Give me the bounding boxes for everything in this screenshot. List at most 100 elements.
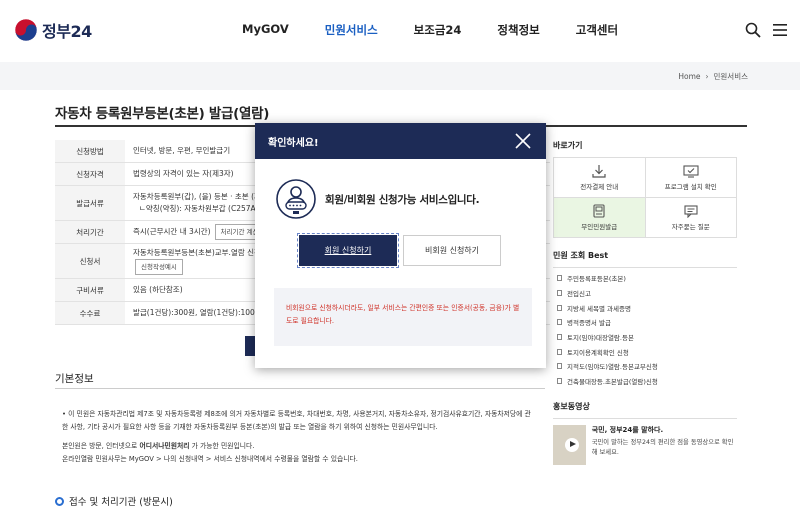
list-item-label: 전입신고 [567, 290, 591, 299]
form-example-button[interactable]: 신청작성예시 [135, 259, 183, 275]
best-services-list: 주민등록표등본(초본) 전입신고 지방세 세목별 과세증명 병적증명서 발급 토… [553, 267, 737, 389]
nav-mygov[interactable]: MyGOV [242, 22, 289, 38]
quick-link-label: 자주묻는 질문 [671, 222, 710, 231]
nav-customer-center[interactable]: 고객센터 [576, 22, 618, 38]
row-header: 신청방법 [55, 140, 125, 162]
non-member-apply-button[interactable]: 비회원 신청하기 [403, 235, 501, 266]
basic-info-description: • 이 민원은 자동차관리법 제7조 및 자동차등록령 제8조에 의거 자동차별… [62, 408, 532, 466]
nav-civil-service[interactable]: 민원서비스 [325, 22, 378, 38]
row-header: 수수료 [55, 302, 125, 324]
list-item[interactable]: 토지이용계획확인 신청 [553, 344, 737, 359]
site-header: 정부24 MyGOV 민원서비스 보조금24 정책정보 고객센터 [0, 0, 800, 62]
processing-time-text: 즉시(근무시간 내 3시간) [133, 227, 211, 236]
breadcrumb-current[interactable]: 민원서비스 [714, 71, 749, 82]
list-item-label: 건축물대장등.초본발급(열람)신청 [567, 378, 658, 387]
modal-warning-note: 비회원으로 신청하시더라도, 일부 서비스는 간편인증 또는 인증서(공동, 금… [274, 288, 532, 346]
row-value: 즉시(근무시간 내 3시간) 처리기간 계산 방 [125, 224, 273, 240]
confirm-modal: 확인하세요! 회원/비회원 신청가능 서비스입니다. 회원 신청하기 비회원 신… [255, 123, 546, 368]
document-icon [557, 348, 562, 355]
row-value: 자동차등록원부(갑), (을) 등본 · 초본 (자동 ㄴ약칭(약칭): 자동차… [125, 191, 268, 215]
modal-message-text: 회원/비회원 신청가능 서비스입니다. [325, 193, 480, 206]
row-value: 인터넷, 방문, 우편, 무인발급기 [133, 146, 231, 155]
list-item[interactable]: 주민등록표등본(초본) [553, 271, 737, 286]
list-item[interactable]: 지방세 세목별 과세증명 [553, 300, 737, 315]
document-icon [557, 363, 562, 370]
chevron-right-icon: › [705, 72, 709, 81]
list-item[interactable]: 지적도(임야도)열람.등본교부신청 [553, 359, 737, 374]
quick-link-label: 무인민원발급 [581, 223, 618, 231]
section-divider [55, 388, 545, 389]
logo-text: 정부24 [42, 22, 92, 41]
section-title-basic-info: 기본정보 [55, 373, 94, 385]
search-icon[interactable] [745, 22, 761, 38]
subsection-title-text: 접수 및 처리기관 (방문시) [69, 497, 173, 508]
faq-icon [684, 204, 698, 218]
list-item[interactable]: 건축물대장등.초본발급(열람)신청 [553, 374, 737, 389]
list-item-label: 지적도(임야도)열람.등본교부신청 [567, 363, 658, 372]
basic-info-note: 본인원은 방문, 인터넷으로 어디서나민원처리 가 가능한 민원입니다. [62, 440, 532, 453]
quick-links-title: 바로가기 [553, 141, 583, 150]
application-form-link[interactable]: 자동차등록원부등본(초본)교부.열람 신청서 [133, 247, 268, 259]
row-value: 있음 (하단참조) [133, 285, 183, 294]
member-apply-label: 회원 신청하기 [324, 246, 372, 255]
document-icon [557, 290, 562, 297]
page-title: 자동차 등록원부등본(초본) 발급(열람) [55, 106, 270, 122]
document-icon [557, 275, 562, 282]
promo-text: 국민, 정부24를 말하다. 국민이 말하는 정부24의 편리한 점을 동영상으… [592, 425, 737, 465]
row-value: 발급(1건당):300원, 열람(1건당):100원. 인 [133, 308, 274, 317]
modal-header: 확인하세요! [255, 123, 546, 159]
document-icon [557, 304, 562, 311]
document-icon [557, 334, 562, 341]
play-icon[interactable] [565, 437, 579, 452]
quick-link-program-check[interactable]: 프로그램 설치 확인 [645, 158, 737, 198]
nav-policy[interactable]: 정책정보 [497, 22, 539, 38]
quick-link-e-payment[interactable]: 전자결제 안내 [554, 158, 646, 198]
document-icon [557, 378, 562, 385]
menu-icon[interactable] [773, 24, 787, 36]
basic-info-note: 온라인열람 민원사무는 MyGOV > 나의 신청내역 > 서비스 신청내역에서… [62, 455, 358, 463]
promo-video-title: 홍보동영상 [553, 401, 590, 411]
nav-subsidy[interactable]: 보조금24 [414, 22, 462, 38]
circle-bullet-icon [55, 496, 64, 506]
site-logo[interactable]: 정부24 [14, 18, 92, 42]
row-header: 구비서류 [55, 279, 125, 301]
main-nav: MyGOV 민원서비스 보조금24 정책정보 고객센터 [242, 22, 654, 38]
row-header: 발급서류 [55, 186, 125, 220]
row-header: 처리기간 [55, 221, 125, 243]
person-id-icon [276, 179, 316, 219]
breadcrumb-band: Home › 민원서비스 [0, 62, 800, 90]
note-text: 본인원은 방문, 인터넷으로 [62, 442, 140, 450]
list-item-label: 토지이용계획확인 신청 [567, 348, 629, 357]
member-apply-button[interactable]: 회원 신청하기 [297, 233, 399, 268]
promo-description: 국민이 말하는 정부24의 편리한 점을 동영상으로 확인해 보세요. [591, 438, 734, 456]
video-thumbnail[interactable] [553, 424, 586, 465]
taegeuk-logo-icon [14, 18, 38, 42]
quick-link-faq[interactable]: 자주묻는 질문 [645, 198, 737, 238]
row-value: 법령상의 자격이 있는 자(제3자) [133, 169, 234, 178]
promo-video-card[interactable]: 국민, 정부24를 말하다. 국민이 말하는 정부24의 편리한 점을 동영상으… [553, 417, 737, 465]
modal-button-row: 회원 신청하기 비회원 신청하기 [297, 233, 501, 268]
quick-link-label: 전자결제 안내 [580, 182, 619, 191]
sidebar: 바로가기 전자결제 안내 프로그램 설치 확인 무인민원발급 자주묻는 질문 민… [553, 140, 737, 465]
list-item-label: 병적증명서 발급 [567, 319, 611, 328]
basic-info-paragraph: • 이 민원은 자동차관리법 제7조 및 자동차등록령 제8조에 의거 자동차별… [62, 410, 531, 431]
kiosk-icon [593, 204, 605, 218]
row-value-subline: ㄴ약칭(약칭): 자동차원부갑 (C257A) [139, 204, 259, 213]
row-value: 자동차등록원부등본(초본)교부.열람 신청서 신청작성예시 [125, 247, 268, 275]
promo-headline: 국민, 정부24를 말하다. [591, 425, 664, 434]
note-emphasis: 어디서나민원처리 [139, 442, 190, 450]
breadcrumb: Home › 민원서비스 [678, 71, 748, 82]
row-header: 신청자격 [55, 163, 125, 185]
list-item[interactable]: 전입신고 [553, 286, 737, 301]
quick-link-label: 프로그램 설치 확인 [664, 182, 717, 191]
modal-title: 확인하세요! [268, 138, 319, 149]
close-icon[interactable] [514, 132, 532, 150]
quick-link-kiosk[interactable]: 무인민원발급 [554, 198, 646, 238]
list-item[interactable]: 토지(임야)대장열람.등본 [553, 330, 737, 345]
list-item[interactable]: 병적증명서 발급 [553, 315, 737, 330]
list-item-label: 주민등록표등본(초본) [567, 275, 626, 284]
list-item-label: 토지(임야)대장열람.등본 [567, 334, 634, 343]
subsection-title: 접수 및 처리기관 (방문시) [55, 494, 173, 508]
note-text: 가 가능한 민원입니다. [189, 442, 255, 450]
breadcrumb-home[interactable]: Home [678, 72, 700, 81]
